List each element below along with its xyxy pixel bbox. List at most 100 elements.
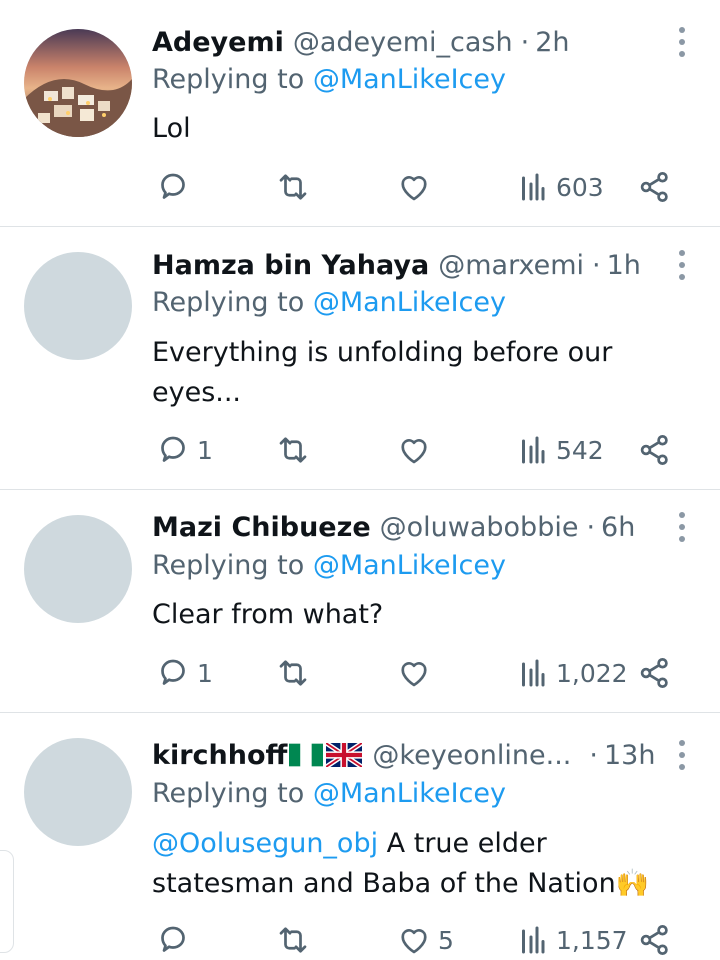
replying-to: Replying to @ManLikeIcey [152, 287, 506, 318]
display-name[interactable]: Mazi Chibueze [152, 512, 371, 543]
retweet-button[interactable] [274, 430, 312, 470]
replying-to-mention[interactable]: @ManLikeIcey [313, 778, 506, 809]
retweet-button[interactable] [274, 920, 312, 960]
tweet-text: Lol [152, 113, 191, 144]
views-button[interactable]: 542 [518, 430, 604, 470]
views-chart-icon [522, 173, 545, 201]
reply-count: 1 [197, 435, 213, 465]
user-handle[interactable]: @marxemi [438, 250, 584, 281]
reply-icon [161, 659, 185, 685]
like-button[interactable] [396, 430, 438, 470]
replying-to-label: Replying to [152, 550, 305, 581]
user-handle[interactable]: @adeyemi_cash [293, 27, 513, 58]
timestamp[interactable]: 13h [604, 740, 655, 771]
share-icon [640, 925, 668, 955]
views-count: 542 [556, 435, 604, 465]
views-chart-icon [522, 436, 545, 464]
tweet-actions: 1 542 [0, 430, 720, 470]
reply-count: 1 [197, 658, 213, 688]
reply-tweet[interactable]: kirchhoff @keyeonline... · 13h Replying … [0, 713, 720, 955]
replying-to-label: Replying to [152, 287, 305, 318]
replying-to-mention[interactable]: @ManLikeIcey [313, 64, 506, 95]
display-name[interactable]: Hamza bin Yahaya [152, 250, 429, 281]
raising-hands-emoji: 🙌 [615, 868, 650, 899]
replying-to-label: Replying to [152, 778, 305, 809]
more-options-icon[interactable] [678, 27, 686, 57]
avatar[interactable] [24, 252, 132, 360]
tweet-header: Mazi Chibueze @oluwabobbie · 6h [152, 507, 635, 547]
reply-tweet[interactable]: Mazi Chibueze @oluwabobbie · 6h Replying… [0, 490, 720, 713]
views-chart-icon [522, 926, 545, 954]
tweet-text: Clear from what? [152, 599, 384, 630]
like-button[interactable] [396, 167, 438, 207]
replying-to: Replying to @ManLikeIcey [152, 778, 506, 809]
body-mention[interactable]: @Oolusegun_obj [152, 828, 378, 859]
like-button[interactable] [396, 653, 438, 693]
views-count: 603 [556, 172, 604, 202]
sunset-village-photo [24, 29, 132, 137]
replying-to-mention[interactable]: @ManLikeIcey [313, 287, 506, 318]
reply-button[interactable]: 1 [155, 653, 213, 693]
more-options-icon[interactable] [678, 512, 686, 542]
tweet-header: Adeyemi @adeyemi_cash · 2h [152, 22, 570, 62]
heart-icon [401, 929, 427, 954]
replying-to: Replying to @ManLikeIcey [152, 550, 506, 581]
heart-icon [401, 176, 427, 201]
timestamp[interactable]: 2h [535, 27, 569, 58]
reply-icon [161, 926, 185, 952]
tweet-actions: 603 [0, 167, 720, 207]
like-button[interactable]: 5 [396, 920, 454, 960]
replying-to: Replying to @ManLikeIcey [152, 64, 506, 95]
tweet-actions: 1 1,022 [0, 653, 720, 693]
views-chart-icon [522, 659, 545, 687]
reply-button[interactable] [155, 920, 197, 960]
reply-tweet[interactable]: Adeyemi @adeyemi_cash · 2h Replying to @… [0, 0, 720, 227]
heart-icon [401, 662, 427, 687]
share-icon [640, 658, 668, 688]
user-handle[interactable]: @keyeonline... [372, 740, 571, 771]
tweet-text: @Oolusegun_obj A true elder statesman an… [152, 824, 692, 904]
avatar[interactable] [24, 738, 132, 846]
views-count: 1,157 [556, 925, 628, 955]
retweet-button[interactable] [274, 167, 312, 207]
timestamp[interactable]: 6h [601, 512, 635, 543]
reply-button[interactable]: 1 [155, 430, 213, 470]
replying-to-mention[interactable]: @ManLikeIcey [313, 550, 506, 581]
more-options-icon[interactable] [678, 250, 686, 280]
more-options-icon[interactable] [678, 740, 686, 770]
views-button[interactable]: 1,157 [518, 920, 628, 960]
tweet-header: kirchhoff @keyeonline... · 13h [152, 735, 655, 775]
share-icon [640, 435, 668, 465]
retweet-button[interactable] [274, 653, 312, 693]
reply-icon [161, 436, 185, 462]
separator-dot: · [520, 26, 530, 58]
views-button[interactable]: 1,022 [518, 653, 628, 693]
retweet-icon [279, 437, 307, 463]
retweet-icon [279, 660, 307, 686]
retweet-icon [279, 927, 307, 953]
floating-panel-edge[interactable] [0, 850, 14, 953]
tweet-header: Hamza bin Yahaya @marxemi · 1h [152, 245, 641, 285]
share-icon [640, 172, 668, 202]
display-name[interactable]: Adeyemi [152, 27, 284, 58]
reply-tweet[interactable]: Hamza bin Yahaya @marxemi · 1h Replying … [0, 227, 720, 490]
like-count: 5 [438, 925, 454, 955]
separator-dot: · [589, 739, 598, 771]
avatar[interactable] [24, 29, 132, 137]
share-button[interactable] [637, 430, 673, 470]
share-button[interactable] [637, 653, 673, 693]
tweet-actions: 5 1,157 [0, 920, 720, 960]
uk-flag-icon [326, 743, 363, 767]
replying-to-label: Replying to [152, 64, 305, 95]
reply-button[interactable] [155, 167, 197, 207]
separator-dot: · [592, 249, 601, 281]
heart-icon [401, 439, 427, 464]
tweet-text: Everything is unfolding before our eyes.… [152, 337, 613, 408]
avatar[interactable] [24, 515, 132, 623]
share-button[interactable] [637, 920, 673, 960]
timestamp[interactable]: 1h [607, 250, 641, 281]
user-handle[interactable]: @oluwabobbie [380, 512, 579, 543]
views-button[interactable]: 603 [518, 167, 604, 207]
share-button[interactable] [637, 167, 673, 207]
display-name[interactable]: kirchhoff [152, 740, 287, 771]
